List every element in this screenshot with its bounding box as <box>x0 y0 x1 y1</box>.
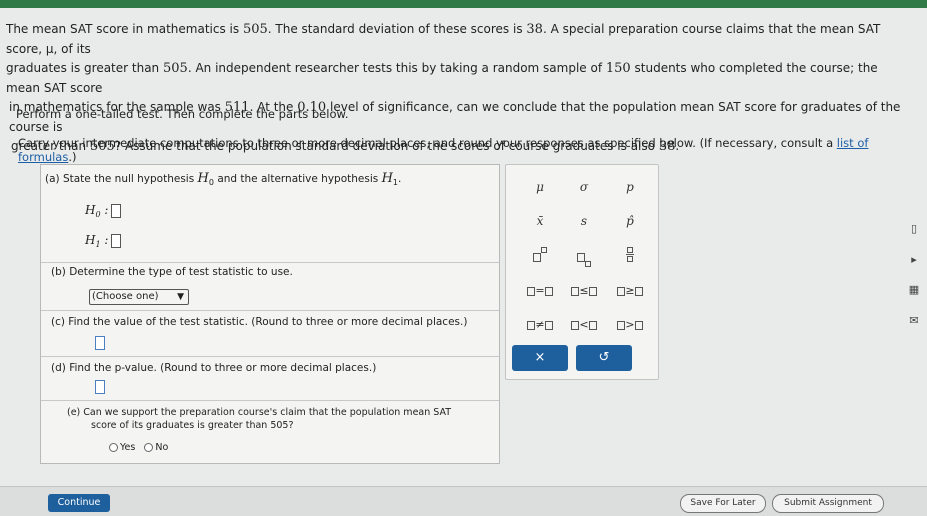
part-d: (d) Find the p-value. (Round to three or… <box>41 356 499 401</box>
part-e: (e) Can we support the preparation cours… <box>41 400 499 462</box>
symbol-palette: μ σ p x̄ s p̂ = ≤ ≥ ≠ < > × ↺ <box>505 164 659 380</box>
alt-hypothesis-input[interactable] <box>111 233 122 248</box>
mu-button[interactable]: μ <box>520 177 560 197</box>
submit-assignment-button[interactable]: Submit Assignment <box>772 494 884 513</box>
equals-button[interactable]: = <box>520 281 560 301</box>
no-option[interactable]: No <box>144 442 168 453</box>
null-hypothesis-input[interactable] <box>111 203 122 218</box>
less-than-button[interactable]: < <box>564 315 604 335</box>
play-icon[interactable]: ▸ <box>907 253 921 267</box>
perform-instruction: Perform a one-tailed test. Then complete… <box>16 107 349 121</box>
part-c-prompt: (c) Find the value of the test statistic… <box>51 316 468 328</box>
p-button[interactable]: p <box>610 177 650 197</box>
carry-instruction: Carry your intermediate computations to … <box>18 136 869 164</box>
subscript-icon <box>577 252 585 262</box>
part-a: (a) State the null hypothesis H0 and the… <box>41 165 499 263</box>
part-e-prompt: (e) Can we support the preparation cours… <box>67 407 452 431</box>
side-panel-edge[interactable]: ▯ <box>907 222 921 236</box>
yes-option[interactable]: Yes <box>109 442 135 453</box>
p-value-input[interactable] <box>95 380 105 394</box>
yes-no-options: Yes No <box>109 442 168 453</box>
mail-icon[interactable]: ✉ <box>907 314 921 328</box>
footer-bar: Continue Save For Later Submit Assignmen… <box>0 486 927 516</box>
close-icon: × <box>534 350 546 365</box>
dropdown-arrow-icon: ▼ <box>177 292 184 302</box>
calculator-icon[interactable]: ▦ <box>907 283 921 297</box>
subscript-button[interactable] <box>564 247 604 267</box>
part-d-prompt: (d) Find the p-value. (Round to three or… <box>51 362 377 374</box>
phat-button[interactable]: p̂ <box>610 211 650 231</box>
undo-icon: ↺ <box>598 350 610 365</box>
no-radio[interactable] <box>144 443 154 452</box>
part-b-prompt: (b) Determine the type of test statistic… <box>51 266 293 278</box>
question-panel: (a) State the null hypothesis H0 and the… <box>40 164 500 464</box>
fraction-icon <box>626 243 634 262</box>
test-statistic-input[interactable] <box>95 336 105 350</box>
s-button[interactable]: s <box>564 211 604 231</box>
clear-button[interactable]: × <box>512 345 568 371</box>
continue-button[interactable]: Continue <box>48 494 110 512</box>
part-a-prompt: (a) State the null hypothesis H0 and the… <box>45 171 402 187</box>
yes-radio[interactable] <box>109 443 118 452</box>
part-c: (c) Find the value of the test statistic… <box>41 310 499 357</box>
greater-than-button[interactable]: > <box>610 315 650 335</box>
greater-equal-button[interactable]: ≥ <box>610 281 650 301</box>
top-bar <box>0 0 927 8</box>
null-hypothesis-row: H0 : <box>85 203 122 219</box>
alt-hypothesis-row: H1 : <box>85 233 122 249</box>
sigma-button[interactable]: σ <box>564 177 604 197</box>
undo-button[interactable]: ↺ <box>576 345 632 371</box>
not-equal-button[interactable]: ≠ <box>520 315 560 335</box>
superscript-button[interactable] <box>520 247 560 267</box>
xbar-button[interactable]: x̄ <box>520 211 560 231</box>
fraction-button[interactable] <box>610 243 650 263</box>
less-equal-button[interactable]: ≤ <box>564 281 604 301</box>
superscript-icon <box>533 252 541 262</box>
test-statistic-dropdown[interactable]: (Choose one) ▼ <box>89 289 189 305</box>
save-for-later-button[interactable]: Save For Later <box>680 494 766 513</box>
